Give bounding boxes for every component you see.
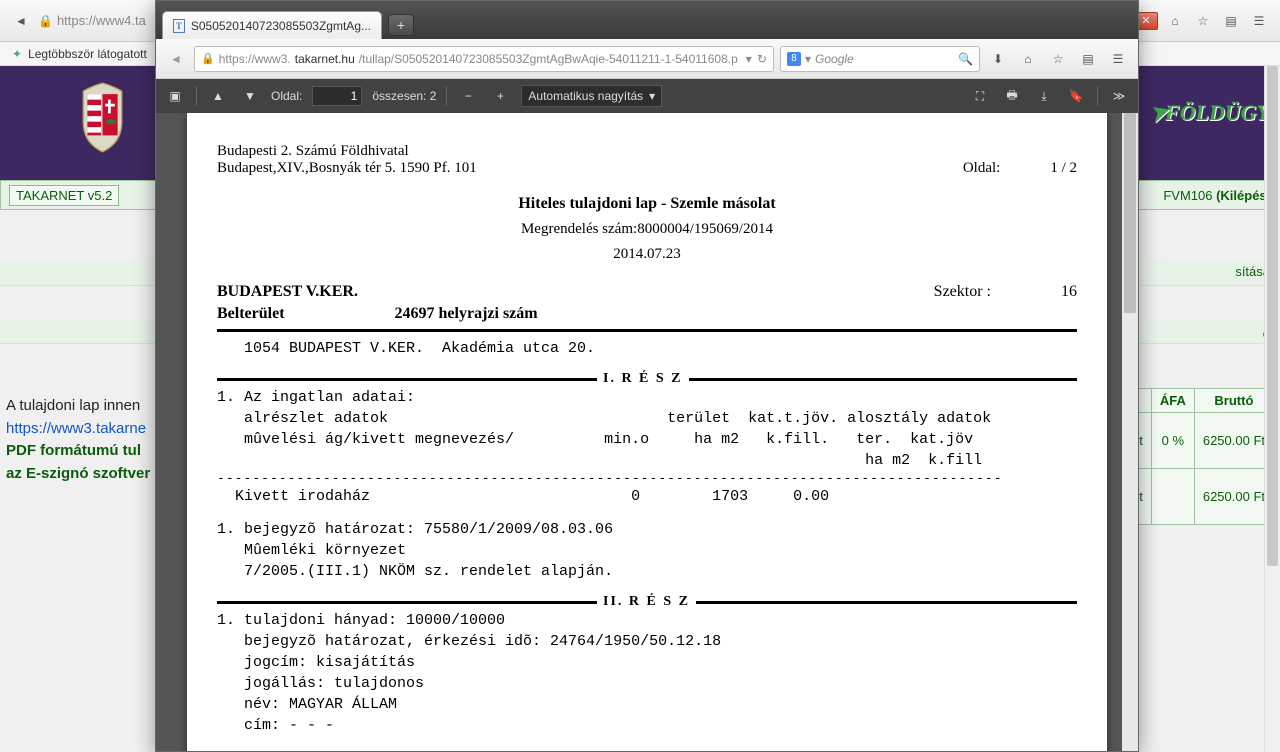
- doc-title: Hiteles tulajdoni lap - Szemle másolat: [217, 195, 1077, 213]
- chevron-icon: ▾: [649, 89, 655, 103]
- hungarian-crest: [75, 80, 130, 155]
- page-down-icon[interactable]: ▼: [239, 85, 261, 107]
- part2-block: 1. tulajdoni hányad: 10000/10000 bejegyz…: [217, 610, 1077, 736]
- app-version: TAKARNET v5.2: [9, 185, 119, 206]
- info-line-3: PDF formátumú tul: [6, 440, 150, 463]
- zoom-out-icon[interactable]: −: [457, 85, 479, 107]
- doc-sector-value: 16: [1061, 283, 1077, 301]
- outer-url-bar[interactable]: 🔒 https://www4.ta: [38, 13, 146, 28]
- doc-page-value: 1 / 2: [1050, 160, 1077, 177]
- sidebar-toggle-icon[interactable]: ▣: [164, 85, 186, 107]
- popup-back-button[interactable]: ◄: [164, 47, 188, 71]
- url-domain: takarnet.hu: [295, 52, 355, 66]
- home-icon[interactable]: ⌂: [1016, 47, 1040, 71]
- lock-icon: 🔒: [38, 14, 53, 28]
- download-icon[interactable]: ⬇: [986, 47, 1010, 71]
- lock-icon: 🔒: [201, 52, 215, 65]
- zoom-in-icon[interactable]: +: [489, 85, 511, 107]
- page-total-label: összesen: 2: [372, 89, 436, 103]
- doc-office: Budapesti 2. Számú Földhivatal: [217, 143, 477, 160]
- part1-row: Kivett irodaház 0 1703 0.00: [217, 486, 1077, 507]
- popup-url-bar[interactable]: 🔒 https://www3. takarnet.hu/tullap/S05052…: [194, 46, 774, 72]
- bookmark-pdf-icon[interactable]: 🔖: [1065, 85, 1087, 107]
- clipboard-icon[interactable]: ▤: [1076, 47, 1100, 71]
- doc-address: Budapest,XIV.,Bosnyák tér 5. 1590 Pf. 10…: [217, 160, 477, 177]
- pdf-popup-window: T S050520140723085503ZgmtAg... + ◄ 🔒 htt…: [155, 0, 1139, 752]
- dashed-rule: ----------------------------------------…: [217, 471, 1077, 486]
- info-line-1: A tulajdoni lap innen: [6, 395, 150, 418]
- pdf-viewport[interactable]: Budapesti 2. Számú Földhivatal Budapest,…: [156, 113, 1138, 751]
- doc-area-label: Belterület: [217, 305, 285, 322]
- info-text: A tulajdoni lap innen https://www3.takar…: [6, 395, 150, 485]
- menu-icon[interactable]: ☰: [1248, 10, 1270, 32]
- bookmark-icon: ✦: [12, 47, 22, 61]
- section-1-head: I. R É S Z: [217, 371, 1077, 387]
- tools-icon[interactable]: ≫: [1108, 85, 1130, 107]
- zoom-select[interactable]: Automatikus nagyítás▾: [521, 85, 662, 107]
- rule: [217, 329, 1077, 332]
- dropdown-icon[interactable]: ▾: [746, 52, 752, 66]
- part1-block: 1. Az ingatlan adatai: alrészlet adatok …: [217, 387, 1077, 471]
- page-input[interactable]: [312, 86, 362, 106]
- clipboard-icon[interactable]: ▤: [1220, 10, 1242, 32]
- doc-date: 2014.07.23: [217, 246, 1077, 263]
- url-prefix: https://www3.: [219, 52, 291, 66]
- tab-title: S050520140723085503ZgmtAg...: [191, 19, 371, 33]
- doc-district: BUDAPEST V.KER.: [217, 283, 358, 301]
- bookmark-label[interactable]: Legtöbbször látogatott: [28, 47, 147, 61]
- doc-sector-label: Szektor :: [934, 283, 991, 301]
- part1-reg: 1. bejegyzõ határozat: 75580/1/2009/08.0…: [217, 519, 1077, 582]
- search-placeholder: Google: [815, 52, 854, 66]
- fullscreen-icon[interactable]: ⛶: [969, 85, 991, 107]
- page-label: Oldal:: [271, 89, 302, 103]
- doc-order: Megrendelés szám:8000004/195069/2014: [217, 221, 1077, 238]
- outer-url-text: https://www4.ta: [57, 13, 146, 28]
- star-icon[interactable]: ☆: [1192, 10, 1214, 32]
- star-icon[interactable]: ☆: [1046, 47, 1070, 71]
- pdf-toolbar: ▣ ▲ ▼ Oldal: összesen: 2 − + Automatikus…: [156, 79, 1138, 113]
- search-dropdown-icon[interactable]: ▾: [805, 52, 811, 66]
- outer-scrollbar[interactable]: [1264, 66, 1280, 752]
- url-path: /tullap/S050520140723085503ZgmtAgBwAqie-…: [359, 52, 738, 66]
- new-tab-button[interactable]: +: [388, 14, 414, 36]
- print-icon[interactable]: 🖶: [1001, 85, 1023, 107]
- cell: 6250.00 Ft: [1194, 413, 1273, 469]
- scrollbar-thumb[interactable]: [1267, 66, 1278, 566]
- search-box[interactable]: 8 ▾ Google 🔍: [780, 46, 980, 72]
- download-pdf-icon[interactable]: ⤓: [1033, 85, 1055, 107]
- doc-icon: T: [173, 19, 185, 33]
- doc-page-label: Oldal:: [963, 160, 1001, 177]
- col-afa: ÁFA: [1151, 389, 1194, 413]
- popup-toolbar: ◄ 🔒 https://www3. takarnet.hu/tullap/S050…: [156, 39, 1138, 79]
- info-link[interactable]: https://www3.takarne: [6, 418, 150, 441]
- cell: 0 %: [1151, 413, 1194, 469]
- tab-strip: T S050520140723085503ZgmtAg... +: [156, 1, 1138, 39]
- back-button[interactable]: ◄: [10, 10, 32, 32]
- home-icon[interactable]: ⌂: [1164, 10, 1186, 32]
- info-line-4: az E-szignó szoftver: [6, 463, 150, 486]
- google-icon: 8: [787, 52, 801, 66]
- pdf-page: Budapesti 2. Számú Földhivatal Budapest,…: [187, 113, 1107, 751]
- section-2-label: II. R É S Z: [603, 594, 690, 610]
- pdf-scrollbar[interactable]: [1122, 113, 1138, 751]
- reload-icon[interactable]: ↻: [757, 52, 767, 66]
- user-id: FVM106: [1163, 188, 1212, 203]
- foldugy-logo: ➤FÖLDÜGY: [1150, 100, 1270, 126]
- tab-active[interactable]: T S050520140723085503ZgmtAg...: [162, 11, 382, 39]
- doc-parcel: 24697 helyrajzi szám: [395, 305, 538, 322]
- section-2-head: II. R É S Z: [217, 594, 1077, 610]
- page-up-icon[interactable]: ▲: [207, 85, 229, 107]
- logout-link[interactable]: (Kilépés): [1216, 188, 1271, 203]
- search-icon[interactable]: 🔍: [958, 52, 973, 66]
- scrollbar-thumb[interactable]: [1124, 113, 1136, 313]
- section-1-label: I. R É S Z: [603, 371, 683, 387]
- doc-address-line: 1054 BUDAPEST V.KER. Akadémia utca 20.: [217, 338, 1077, 359]
- cell: [1151, 469, 1194, 525]
- cell: 6250.00 Ft: [1194, 469, 1273, 525]
- col-brutto: Bruttó: [1194, 389, 1273, 413]
- menu-icon[interactable]: ☰: [1106, 47, 1130, 71]
